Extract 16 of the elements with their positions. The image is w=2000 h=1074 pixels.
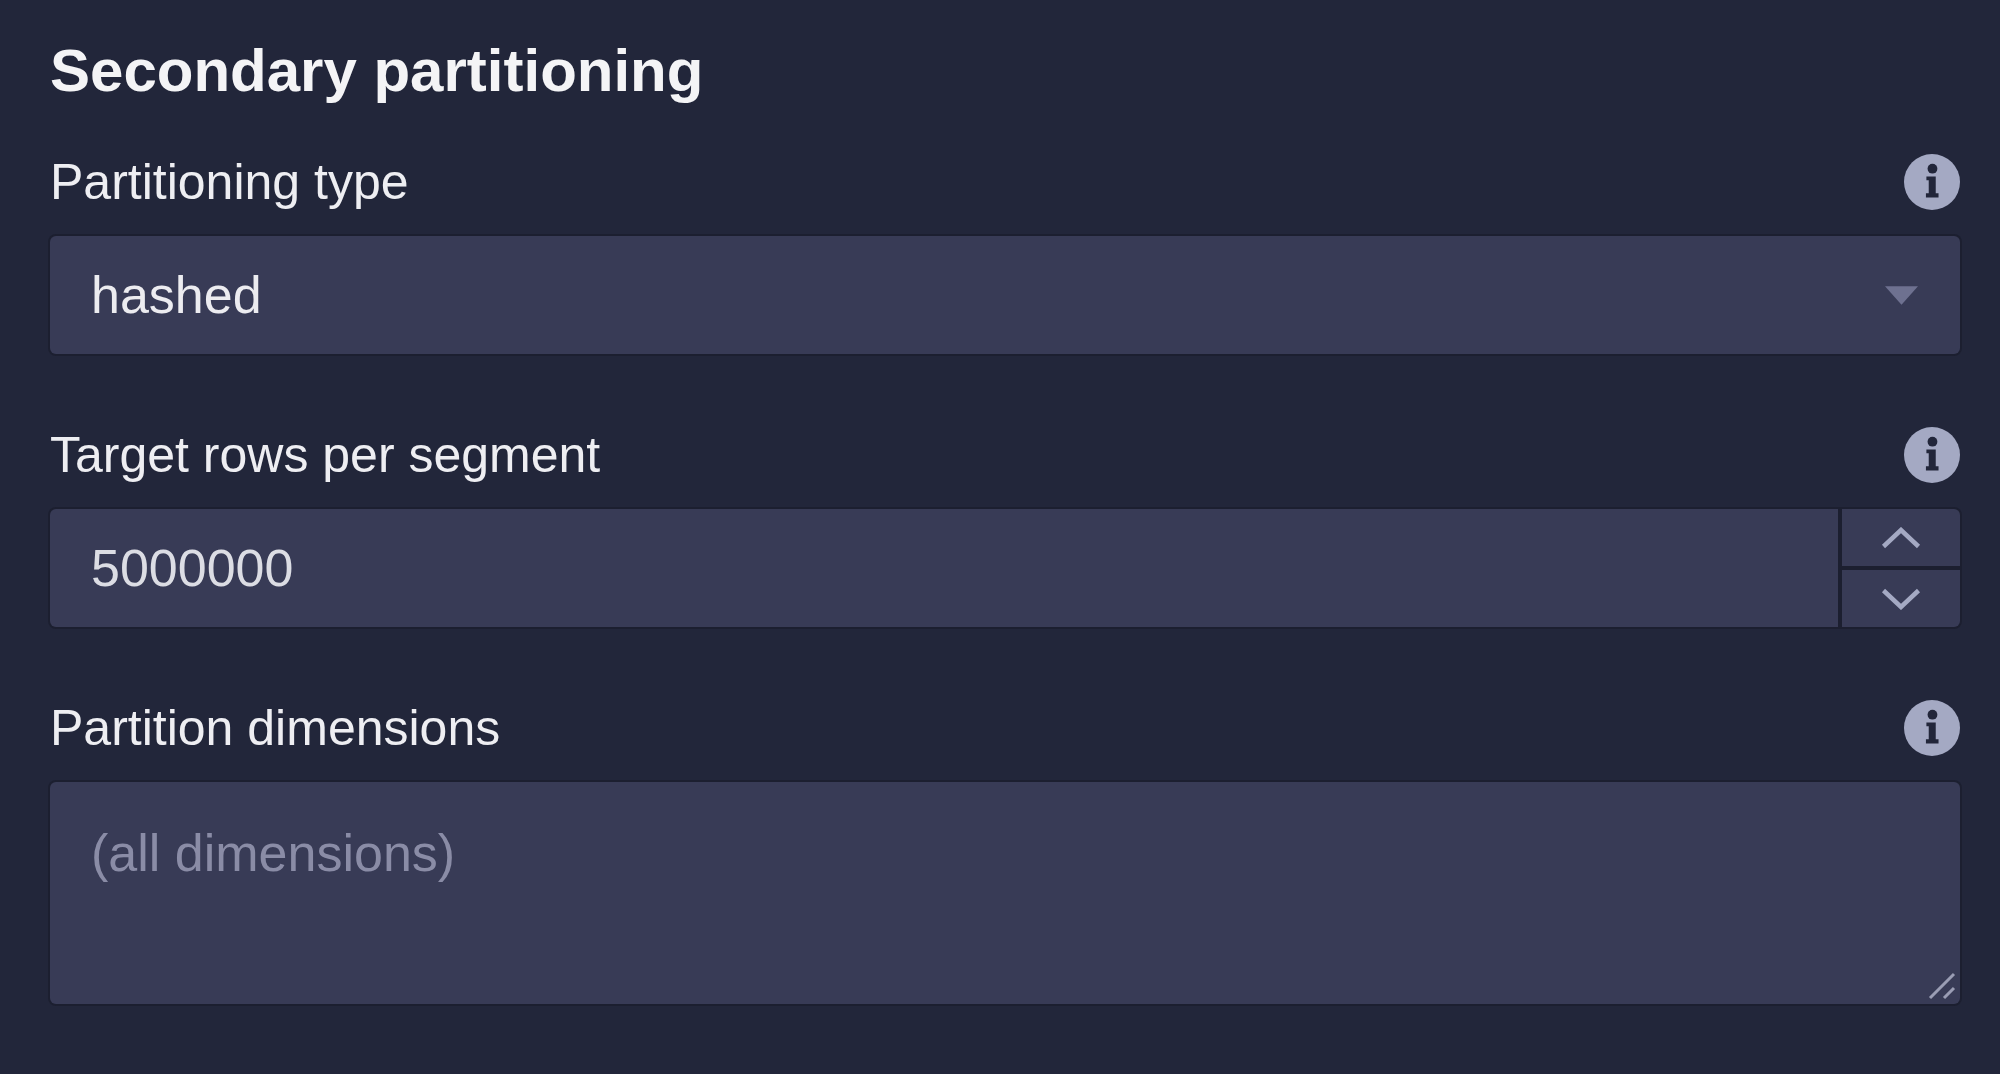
resize-grip-icon[interactable]	[1926, 970, 1956, 1000]
decrement-button[interactable]	[1842, 570, 1960, 627]
info-icon[interactable]	[1904, 427, 1960, 483]
info-icon[interactable]	[1904, 700, 1960, 756]
info-icon[interactable]	[1904, 154, 1960, 210]
increment-button[interactable]	[1842, 509, 1960, 566]
chevron-up-icon	[1881, 526, 1921, 549]
number-input[interactable]: 5000000	[50, 509, 1838, 627]
field-label: Partition dimensions	[50, 699, 501, 758]
field-label: Partitioning type	[50, 153, 409, 212]
dropdown[interactable]: hashed	[50, 236, 1960, 354]
caret-icon	[1885, 285, 1918, 305]
section-title: Secondary partitioning	[50, 36, 705, 106]
text-area[interactable]: (all dimensions)	[50, 782, 1960, 1004]
field-label: Target rows per segment	[50, 426, 601, 485]
chevron-down-icon	[1881, 587, 1921, 610]
